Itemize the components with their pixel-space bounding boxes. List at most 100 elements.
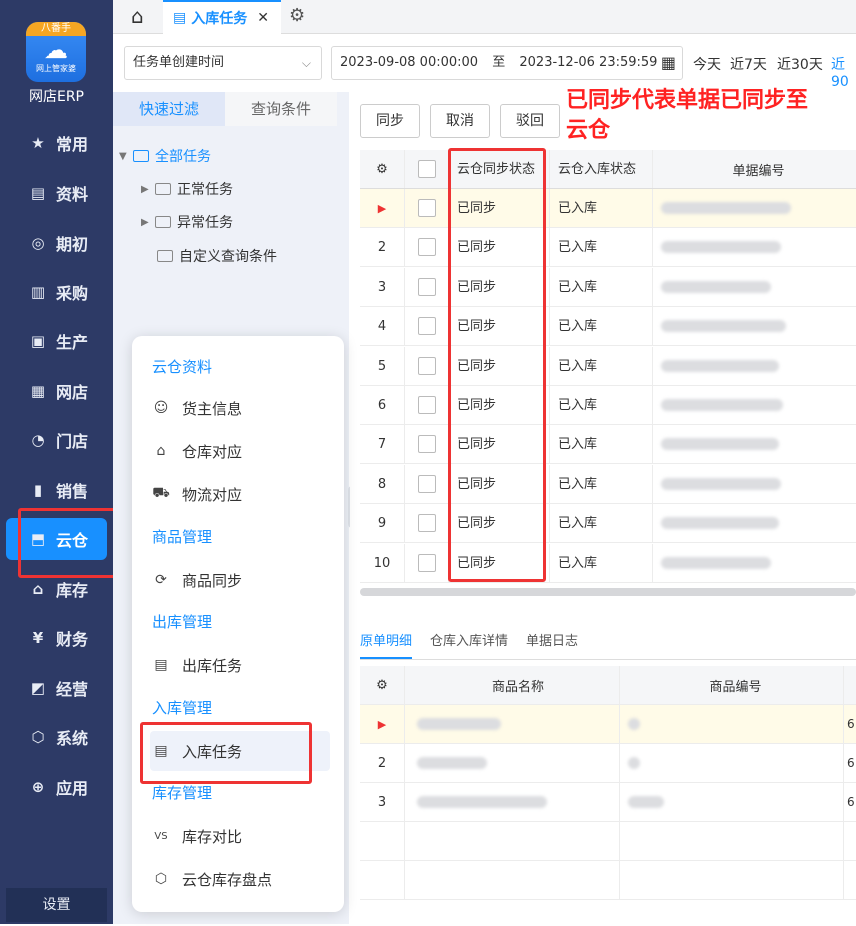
table-row[interactable]: 36: [360, 783, 856, 822]
horizontal-scrollbar[interactable]: [360, 588, 856, 596]
sidebar-item-5[interactable]: ▦ 网店: [6, 370, 107, 412]
header-product-name[interactable]: 商品名称: [405, 666, 620, 704]
sidebar-item-6[interactable]: ◔ 门店: [6, 419, 107, 461]
table-row[interactable]: ▶ 6: [360, 705, 856, 744]
table-row[interactable]: 9 已同步 已入库: [360, 504, 856, 544]
table-row[interactable]: 6 已同步 已入库: [360, 386, 856, 425]
sidebar-item-12[interactable]: ⬡ 系统: [6, 716, 107, 758]
row-checkbox[interactable]: [405, 464, 449, 503]
sidebar-item-0[interactable]: ★ 常用: [6, 122, 107, 164]
caret-right-icon: ▶: [141, 183, 149, 195]
menu-item-6[interactable]: VS 库存对比: [150, 816, 330, 856]
table-row[interactable]: 26: [360, 744, 856, 783]
table-row[interactable]: 5 已同步 已入库: [360, 346, 856, 386]
table-row[interactable]: 8 已同步 已入库: [360, 464, 856, 504]
sidebar-item-1[interactable]: ▤ 资料: [6, 172, 107, 214]
quick-today[interactable]: 今天: [693, 54, 721, 74]
detail-settings-gear-icon[interactable]: ⚙: [360, 666, 405, 704]
table-row[interactable]: 3 已同步 已入库: [360, 267, 856, 307]
tree-item-all[interactable]: ▼ 全部任务: [119, 146, 211, 166]
tree-item-abnormal[interactable]: ▶ 异常任务: [141, 212, 233, 232]
row-checkbox[interactable]: [405, 386, 449, 424]
cancel-button[interactable]: 取消: [430, 104, 490, 138]
tree-item-normal[interactable]: ▶ 正常任务: [141, 179, 233, 199]
highlight-box-column: [448, 148, 546, 582]
header-doc-code[interactable]: 单据编号: [653, 150, 856, 188]
row-number: 2: [360, 744, 405, 782]
row-checkbox[interactable]: [405, 189, 449, 227]
table-row: [360, 822, 856, 861]
menu-item-label: 出库任务: [182, 656, 243, 675]
star-icon: ★: [31, 134, 45, 152]
finance-icon: ¥: [32, 629, 44, 647]
date-separator: 至: [492, 55, 506, 70]
store-icon: ▦: [30, 382, 46, 400]
sidebar-item-11[interactable]: ◩ 经营: [6, 667, 107, 709]
sidebar-item-13[interactable]: ⊕ 应用: [6, 766, 107, 808]
date-range-picker[interactable]: 2023-09-08 00:00:00 至 2023-12-06 23:59:5…: [331, 46, 683, 80]
table-row[interactable]: 10 已同步 已入库: [360, 543, 856, 583]
header-in-status[interactable]: 云仓入库状态: [550, 150, 653, 188]
reject-button[interactable]: 驳回: [500, 104, 560, 138]
sidebar-item-7[interactable]: ▮ 销售: [6, 469, 107, 511]
task-grid: ⚙ 云仓同步状态 云仓入库状态 单据编号 ▶ 已同步 已入库 2 已同步 已入库 3 已同步已…: [360, 150, 856, 640]
quick-90days[interactable]: 近90: [831, 54, 856, 90]
sync-icon: ⟳: [155, 572, 167, 588]
header-product-code[interactable]: 商品编号: [620, 666, 844, 704]
highlight-box-menu-item: [140, 722, 312, 784]
table-row[interactable]: 7 已同步 已入库: [360, 425, 856, 465]
tab-warehouse-in-detail[interactable]: 仓库入库详情: [430, 630, 508, 659]
close-icon[interactable]: ✕: [257, 10, 269, 26]
tree-item-custom[interactable]: 自定义查询条件: [157, 246, 277, 266]
date-type-select[interactable]: 任务单创建时间 ⌵: [124, 46, 322, 80]
table-row[interactable]: 4 已同步 已入库: [360, 307, 856, 347]
sync-button[interactable]: 同步: [360, 104, 420, 138]
cell-product-code-redacted: [620, 783, 844, 821]
sidebar-item-2[interactable]: ◎ 期初: [6, 222, 107, 264]
section-cloud-data: 云仓资料: [152, 358, 213, 376]
tab-query-conditions[interactable]: 查询条件: [225, 92, 337, 126]
column-settings-gear-icon[interactable]: ⚙: [360, 150, 405, 188]
tab-original-detail[interactable]: 原单明细: [360, 630, 413, 659]
menu-item-2[interactable]: ⛟ 物流对应: [150, 474, 330, 514]
row-checkbox[interactable]: [405, 346, 449, 385]
cell-in-status: 已入库: [550, 189, 653, 227]
gear-icon[interactable]: ⚙: [289, 5, 305, 26]
row-checkbox[interactable]: [405, 267, 449, 306]
sidebar-item-10[interactable]: ¥ 财务: [6, 617, 107, 659]
row-checkbox[interactable]: [405, 228, 449, 267]
tab-label: 入库任务: [191, 11, 248, 27]
menu-item-1[interactable]: ⌂ 仓库对应: [150, 431, 330, 471]
calendar-icon[interactable]: ▦: [661, 47, 676, 79]
table-row: [360, 861, 856, 900]
sidebar-item-4[interactable]: ▣ 生产: [6, 320, 107, 362]
menu-item-3[interactable]: ⟳ 商品同步: [150, 560, 330, 600]
quick-7days[interactable]: 近7天: [730, 54, 767, 74]
row-number: 6: [360, 386, 405, 424]
row-checkbox[interactable]: [405, 543, 449, 582]
table-row[interactable]: 2 已同步 已入库: [360, 228, 856, 268]
sidebar-item-label: 资料: [56, 185, 89, 204]
menu-item-4[interactable]: ▤ 出库任务: [150, 645, 330, 685]
outbound-task-icon: ▤: [154, 657, 168, 673]
settings-button[interactable]: 设置: [6, 888, 107, 922]
row-checkbox[interactable]: [405, 504, 449, 543]
tab-document-log[interactable]: 单据日志: [526, 630, 578, 659]
tab-inbound-task[interactable]: ▤ 入库任务 ✕: [163, 0, 281, 34]
tree-label: 正常任务: [177, 182, 233, 198]
menu-item-0[interactable]: ☺ 货主信息: [150, 388, 330, 428]
sidebar-item-3[interactable]: ▥ 采购: [6, 271, 107, 313]
select-all-checkbox[interactable]: [405, 150, 449, 188]
sidebar-item-label: 库存: [56, 581, 89, 600]
highlight-box-nav: [18, 508, 118, 578]
home-icon[interactable]: ⌂: [131, 4, 144, 28]
quick-30days[interactable]: 近30天: [777, 54, 823, 74]
select-value: 任务单创建时间: [133, 55, 225, 70]
menu-item-7[interactable]: ⬡ 云仓库存盘点: [150, 859, 330, 899]
table-row[interactable]: ▶ 已同步 已入库: [360, 189, 856, 228]
sidebar-item-label: 采购: [56, 284, 89, 303]
tab-quick-filter[interactable]: 快速过滤: [113, 92, 225, 126]
sidebar-item-label: 应用: [56, 779, 89, 798]
row-checkbox[interactable]: [405, 307, 449, 346]
row-checkbox[interactable]: [405, 425, 449, 464]
